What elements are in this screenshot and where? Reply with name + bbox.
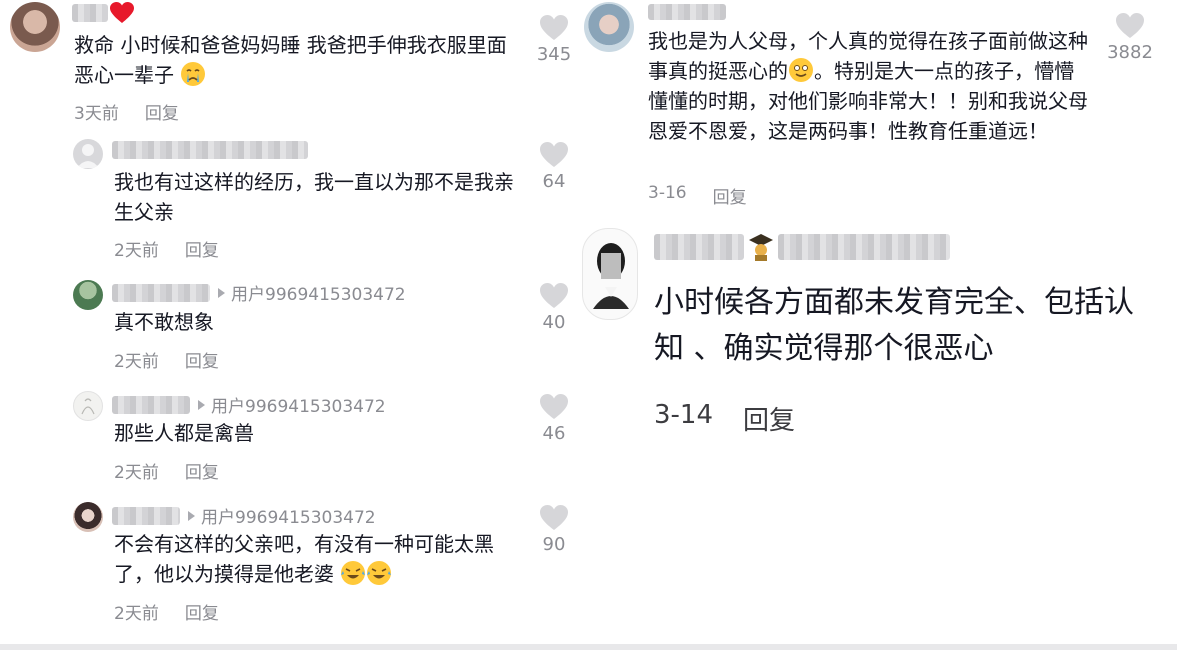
heart-outline-icon bbox=[540, 15, 568, 40]
comment-meta: 3-14 回复 bbox=[654, 400, 795, 437]
like-button[interactable]: 345 bbox=[528, 14, 580, 65]
blurred-username bbox=[648, 4, 726, 20]
comment-meta: 3-16 回复 bbox=[648, 183, 747, 208]
heart-outline-icon bbox=[540, 283, 568, 308]
comment-text: 我也是为人父母，个人真的觉得在孩子面前做这种事真的挺恶心的 。特别是大一点的孩子，… bbox=[648, 29, 1088, 143]
like-count: 46 bbox=[542, 423, 566, 444]
reply-to-user[interactable]: 用户9969415303472 bbox=[231, 280, 406, 305]
username[interactable]: 用户9969415303472 bbox=[112, 392, 386, 417]
triangle-right-icon bbox=[218, 287, 225, 298]
blurred-username bbox=[654, 234, 744, 260]
right-comment-thread: 我也是为人父母，个人真的觉得在孩子面前做这种事真的挺恶心的 。特别是大一点的孩子，… bbox=[580, 0, 1177, 650]
timestamp: 2天前 bbox=[114, 241, 159, 261]
avatar[interactable] bbox=[10, 2, 60, 52]
comment-text: 救命 小时候和爸爸妈妈睡 我爸把手伸我衣服里面 恶心一辈子 bbox=[74, 33, 507, 87]
rolling-laughing-emoji-icon bbox=[367, 561, 392, 585]
comment-meta: 3天前 回复 bbox=[74, 99, 179, 124]
like-count: 90 bbox=[542, 534, 566, 555]
reply-button[interactable]: 回复 bbox=[713, 183, 747, 208]
username[interactable]: 用户9969415303472 bbox=[112, 503, 376, 528]
red-heart-icon bbox=[110, 2, 134, 23]
blurred-username bbox=[112, 395, 190, 414]
like-button[interactable]: 3882 bbox=[1104, 12, 1156, 63]
timestamp: 3-14 bbox=[654, 400, 714, 430]
reply-to-user[interactable]: 用户9969415303472 bbox=[201, 503, 376, 528]
reply-button[interactable]: 回复 bbox=[145, 99, 179, 124]
heart-outline-icon bbox=[540, 394, 568, 419]
username[interactable] bbox=[648, 4, 726, 20]
reply-to-user[interactable]: 用户9969415303472 bbox=[211, 392, 386, 417]
rolling-laughing-emoji-icon bbox=[341, 561, 366, 585]
comment-text: 真不敢想象 bbox=[114, 310, 214, 334]
reply-item: 用户9969415303472 真不敢想象 2天前 回复 40 bbox=[0, 276, 580, 376]
timestamp: 2天前 bbox=[114, 352, 159, 372]
reply-item: 我也有过这样的经历，我一直以为那不是我亲生父亲 2天前 回复 64 bbox=[0, 135, 580, 265]
username[interactable]: 用户9969415303472 bbox=[112, 280, 406, 305]
like-count: 345 bbox=[536, 44, 572, 65]
like-count: 3882 bbox=[1107, 42, 1153, 63]
default-user-icon bbox=[77, 144, 99, 168]
blurred-username bbox=[112, 283, 210, 302]
comment-text: 那些人都是禽兽 bbox=[114, 421, 254, 445]
username[interactable] bbox=[72, 2, 134, 24]
comment-text: 我也有过这样的经历，我一直以为那不是我亲生父亲 bbox=[114, 170, 514, 224]
comment-meta: 2天前 回复 bbox=[114, 599, 219, 624]
heart-outline-icon bbox=[1116, 13, 1144, 38]
comment-meta: 2天前 回复 bbox=[114, 347, 219, 372]
smiling-face-emoji-icon bbox=[789, 58, 813, 82]
avatar[interactable] bbox=[73, 502, 103, 532]
timestamp: 3天前 bbox=[74, 104, 119, 124]
avatar[interactable] bbox=[73, 391, 103, 421]
triangle-right-icon bbox=[198, 399, 205, 410]
username[interactable] bbox=[112, 141, 308, 159]
username[interactable] bbox=[654, 232, 950, 262]
blurred-user-tag bbox=[778, 234, 950, 260]
graduation-cap-icon bbox=[749, 234, 773, 261]
heart-outline-icon bbox=[540, 505, 568, 530]
like-button[interactable]: 40 bbox=[528, 282, 580, 333]
comment-meta: 2天前 回复 bbox=[114, 236, 219, 261]
timestamp: 2天前 bbox=[114, 463, 159, 483]
second-comment: 小时候各方面都未发育完全、包括认知 、确实觉得那个很恶心 3-14 回复 bbox=[580, 224, 1177, 444]
blurred-username bbox=[72, 4, 108, 22]
reply-button[interactable]: 回复 bbox=[185, 236, 219, 261]
left-comment-thread: 救命 小时候和爸爸妈妈睡 我爸把手伸我衣服里面 恶心一辈子 3天前 回复 345… bbox=[0, 0, 580, 650]
reply-button[interactable]: 回复 bbox=[185, 347, 219, 372]
avatar[interactable] bbox=[73, 139, 103, 169]
avatar[interactable] bbox=[582, 228, 638, 320]
like-button[interactable]: 46 bbox=[528, 393, 580, 444]
reply-button[interactable]: 回复 bbox=[185, 599, 219, 624]
comment-meta: 2天前 回复 bbox=[114, 458, 219, 483]
avatar[interactable] bbox=[584, 2, 634, 52]
heart-outline-icon bbox=[540, 142, 568, 167]
timestamp: 2天前 bbox=[114, 604, 159, 624]
reply-item: 用户9969415303472 那些人都是禽兽 2天前 回复 46 bbox=[0, 387, 580, 487]
comment-text: 不会有这样的父亲吧，有没有一种可能太黑了，他以为摸得是他老婆 bbox=[114, 532, 494, 586]
like-button[interactable]: 64 bbox=[528, 141, 580, 192]
crying-face-emoji-icon bbox=[181, 62, 206, 86]
bottom-divider bbox=[0, 644, 1177, 650]
avatar[interactable] bbox=[73, 280, 103, 310]
blurred-username bbox=[112, 506, 180, 525]
reply-button[interactable]: 回复 bbox=[185, 458, 219, 483]
comment-text: 小时候各方面都未发育完全、包括认知 、确实觉得那个很恶心 bbox=[654, 285, 1134, 366]
like-count: 64 bbox=[542, 171, 566, 192]
top-comment: 救命 小时候和爸爸妈妈睡 我爸把手伸我衣服里面 恶心一辈子 3天前 回复 345 bbox=[0, 0, 580, 130]
like-count: 40 bbox=[542, 312, 566, 333]
sketch-avatar-icon bbox=[81, 398, 95, 415]
reply-button[interactable]: 回复 bbox=[743, 400, 795, 437]
like-button[interactable]: 90 bbox=[528, 504, 580, 555]
timestamp: 3-16 bbox=[648, 183, 687, 203]
top-comment: 我也是为人父母，个人真的觉得在孩子面前做这种事真的挺恶心的 。特别是大一点的孩子，… bbox=[580, 0, 1177, 215]
reply-item: 用户9969415303472 不会有这样的父亲吧，有没有一种可能太黑了，他以为… bbox=[0, 498, 580, 628]
triangle-right-icon bbox=[188, 510, 195, 521]
graduate-avatar-icon bbox=[593, 243, 629, 309]
blurred-username bbox=[112, 141, 308, 159]
